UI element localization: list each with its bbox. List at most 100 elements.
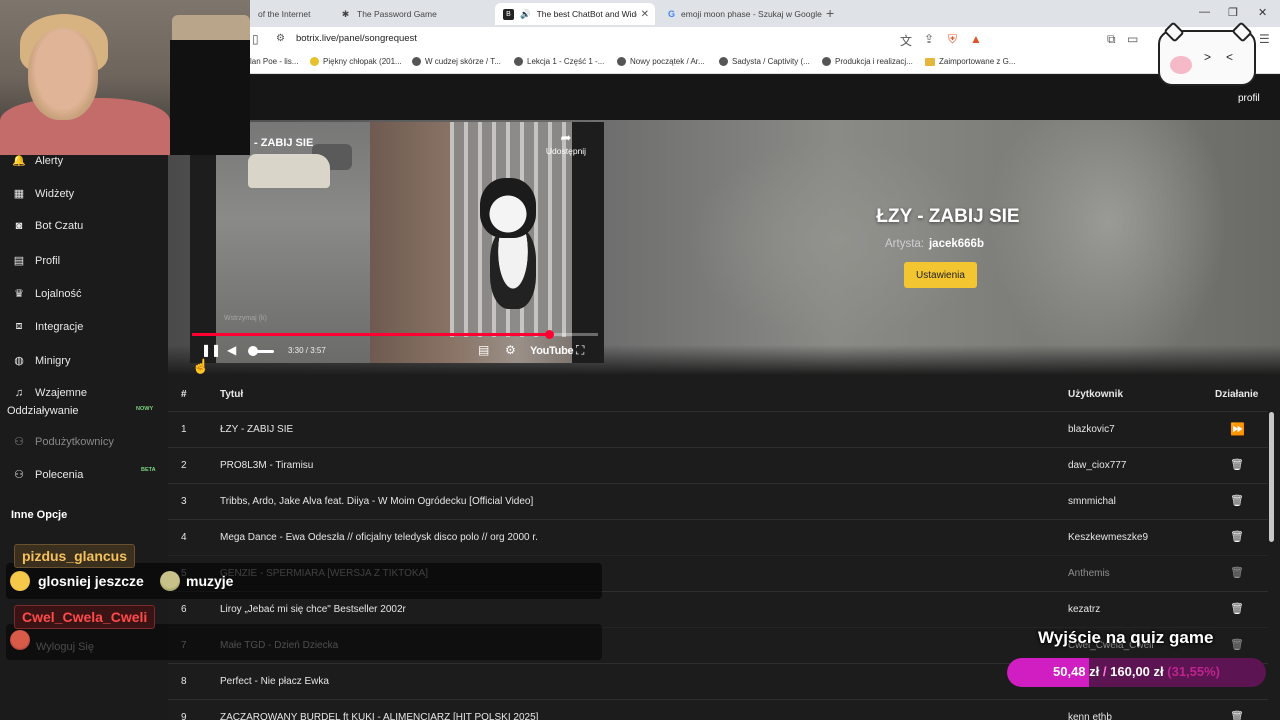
sidebar-item-alerty[interactable]: 🔔 Alerty <box>12 154 63 168</box>
subtitles-icon[interactable]: ▤ <box>478 343 489 357</box>
new-tab-icon[interactable]: + <box>826 5 834 21</box>
row-title: ZACZAROWANY BURDEL ft KUKI - ALIMENCIARZ… <box>220 712 539 720</box>
video-title[interactable]: - ZABIJ SIE <box>254 137 313 149</box>
bookmark-folder[interactable]: Zaimportowane z G... <box>925 57 1015 66</box>
rewards-icon[interactable]: ▲ <box>970 32 982 46</box>
bookmark-item[interactable]: lan Poe - lis... <box>250 57 298 66</box>
sidebar-item-profil[interactable]: ▤ Profil <box>12 254 60 268</box>
minimize-icon[interactable]: — <box>1199 6 1210 18</box>
tab-internet[interactable]: of the Internet <box>250 3 332 25</box>
trash-icon[interactable]: 🗑 <box>1230 530 1244 543</box>
chat-message-background <box>6 624 602 660</box>
sidebar-item-wzajemne-line2[interactable]: Oddziaływanie <box>7 405 79 417</box>
sidebar-icon[interactable]: ▭ <box>1127 32 1138 46</box>
trash-icon[interactable]: 🗑 <box>1230 638 1244 651</box>
webcam-overlay <box>0 0 250 155</box>
pause-icon[interactable]: ❚❚ <box>201 343 221 357</box>
url-field[interactable]: botrix.live/panel/songrequest <box>296 33 417 44</box>
avatar-icon <box>10 630 30 650</box>
close-tab-icon[interactable]: ✕ <box>641 9 649 20</box>
users-icon: ⚇ <box>14 436 24 448</box>
bookmark-icon[interactable]: ▯ <box>252 32 259 46</box>
row-title: Tribbs, Ardo, Jake Alva feat. Diiya - W … <box>220 496 534 507</box>
chat-message-text: glosniej jeszcze <box>38 573 144 589</box>
sidebar-item-lojalnosc[interactable]: ♛ Lojalność <box>12 287 81 301</box>
laughing-emoji-icon <box>10 571 30 591</box>
row-user: smnmichal <box>1068 496 1116 507</box>
settings-gear-icon[interactable]: ⚙ <box>505 343 516 357</box>
row-user: kezatrz <box>1068 604 1101 615</box>
share-button[interactable]: ➦ Udostępnij <box>542 130 590 156</box>
sidebar-item-polecenia[interactable]: ⚇ Polecenia <box>12 468 83 482</box>
tab-botrix[interactable]: B 🔊 The best ChatBot and Widget ✕ <box>495 3 655 25</box>
donation-goal-amounts: 50,48 zł / 160,00 zł (31,55%) <box>1053 664 1221 679</box>
tab-label: of the Internet <box>258 9 311 19</box>
id-card-icon: ▤ <box>13 255 25 267</box>
video-progress-bar[interactable] <box>192 330 598 339</box>
bookmark-favicon <box>617 57 626 66</box>
folder-icon <box>925 57 935 66</box>
bookmark-item[interactable]: Nowy początek / Ar... <box>617 57 705 66</box>
maximize-icon[interactable]: ❐ <box>1228 6 1238 19</box>
bookmark-favicon <box>412 57 421 66</box>
youtube-logo[interactable]: YouTube <box>530 345 574 357</box>
tab-password-game[interactable]: ✱ The Password Game <box>332 3 492 25</box>
trophy-icon: ♛ <box>14 288 24 300</box>
bookmark-item[interactable]: W cudzej skórze / T... <box>412 57 501 66</box>
row-number: 3 <box>181 496 187 507</box>
row-title: Perfect - Nie płacz Ewka <box>220 676 329 687</box>
extensions-icon[interactable]: ⧉ <box>1107 32 1116 47</box>
trash-icon[interactable]: 🗑 <box>1230 710 1244 720</box>
bookmark-favicon <box>822 57 831 66</box>
shield-icon[interactable]: ⛨ <box>948 32 957 47</box>
sidebar-item-minigry[interactable]: ◍ Minigry <box>12 354 70 368</box>
trash-icon[interactable]: 🗑 <box>1230 458 1244 471</box>
translate-icon[interactable]: 文 <box>900 32 912 49</box>
row-number: 4 <box>181 532 187 543</box>
fullscreen-icon[interactable]: ⛶ <box>576 343 584 358</box>
video-tooltip: Wstrzymaj (k) <box>224 315 267 322</box>
row-user: kenn ethb <box>1068 712 1112 720</box>
volume-handle[interactable] <box>248 346 258 356</box>
trash-icon[interactable]: 🗑 <box>1230 602 1244 615</box>
trash-icon[interactable]: 🗑 <box>1230 494 1244 507</box>
column-header-number: # <box>181 389 187 400</box>
table-row: 2 PRO8L3M - Tiramisu daw_ciox777 🗑 <box>168 447 1268 483</box>
chat-username: Cwel_Cwela_Cweli <box>14 605 156 629</box>
screen: of the Internet ✱ The Password Game B 🔊 … <box>0 0 1280 720</box>
tab-google[interactable]: G emoji moon phase - Szukaj w Google <box>660 3 822 25</box>
bookmark-item[interactable]: Produkcja i realizacj... <box>822 57 913 66</box>
row-number: 8 <box>181 676 187 687</box>
row-number: 2 <box>181 460 187 471</box>
sidebar-item-wzajemne[interactable]: ♫ Wzajemne <box>12 387 87 399</box>
trash-icon[interactable]: 🗑 <box>1230 566 1244 579</box>
tab-label: emoji moon phase - Szukaj w Google <box>681 9 822 19</box>
share-icon[interactable]: ⇪ <box>924 32 934 46</box>
bookmark-item[interactable]: Piękny chłopak (201... <box>310 57 402 66</box>
table-row: 3 Tribbs, Ardo, Jake Alva feat. Diiya - W… <box>168 483 1268 519</box>
youtube-player[interactable]: - ZABIJ SIE ➦ Udostępnij Wstrzymaj (k) ❚❚… <box>190 122 604 363</box>
site-settings-icon[interactable]: ⚙ <box>276 33 285 44</box>
row-title: Mega Dance - Ewa Odeszła // oficjalny te… <box>220 532 538 543</box>
streamer-face <box>28 28 98 120</box>
sidebar-item-integracje[interactable]: ⧈ Integracje <box>12 320 84 333</box>
share-arrow-icon: ➦ <box>560 130 572 145</box>
menu-icon[interactable]: ☰ <box>1259 32 1270 46</box>
emote-icon <box>160 571 180 591</box>
bookmark-item[interactable]: Sadysta / Captivity (... <box>719 57 810 66</box>
plug-icon: ⧈ <box>15 320 23 332</box>
profile-link[interactable]: profil <box>1238 93 1260 104</box>
table-row: 1 ŁZY - ZABIJ SIE blazkovic7 ⏩ <box>168 411 1268 447</box>
scrollbar[interactable] <box>1269 412 1274 542</box>
column-header-title: Tytuł <box>220 389 244 400</box>
close-window-icon[interactable]: ✕ <box>1258 6 1267 19</box>
volume-icon[interactable]: ◀ <box>227 343 236 357</box>
bell-icon: 🔔 <box>12 155 26 167</box>
sidebar-item-widzety[interactable]: ▦ Widżety <box>12 187 74 201</box>
bookmark-item[interactable]: Lekcja 1 - Część 1 -... <box>514 57 604 66</box>
bookmark-favicon <box>514 57 523 66</box>
settings-button[interactable]: Ustawienia <box>904 262 977 288</box>
sidebar-item-poduzytkownicy[interactable]: ⚇ Podużytkownicy <box>12 435 114 449</box>
skip-icon[interactable]: ⏩ <box>1230 422 1245 436</box>
sidebar-item-bot-czatu[interactable]: ◙ Bot Czatu <box>12 220 84 232</box>
